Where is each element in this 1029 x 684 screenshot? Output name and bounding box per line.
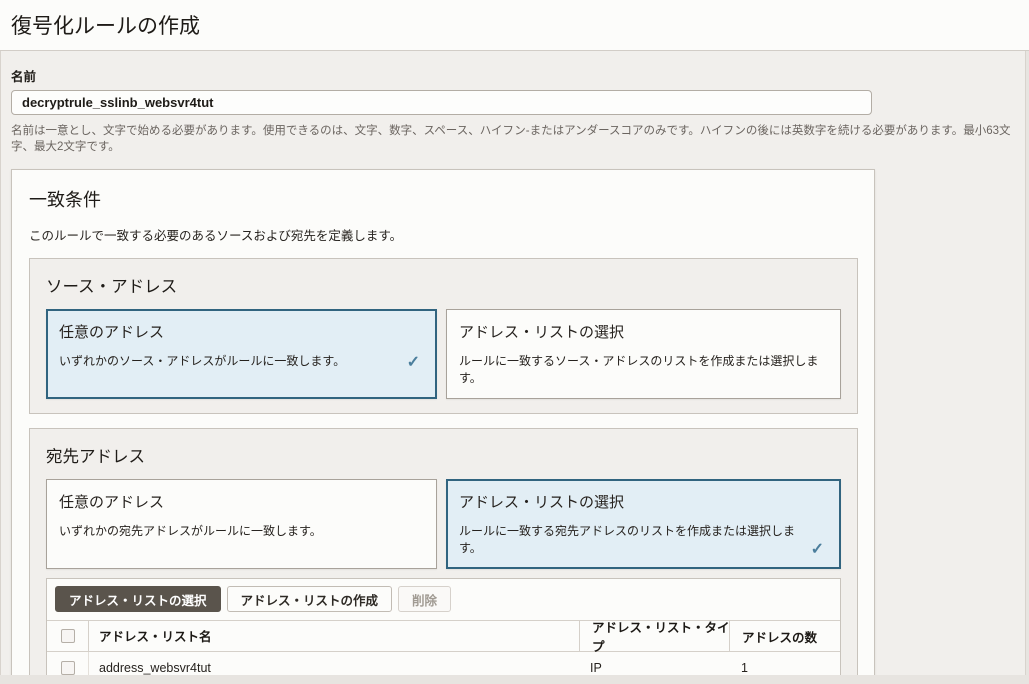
page-title: 復号化ルールの作成 — [11, 10, 1029, 40]
select-all-checkbox[interactable] — [61, 629, 75, 643]
destination-select-address-list-card[interactable]: アドレス・リストの選択 ルールに一致する宛先アドレスのリストを作成または選択しま… — [446, 479, 841, 569]
source-any-address-card[interactable]: 任意のアドレス いずれかのソース・アドレスがルールに一致します。 ✓ — [46, 309, 437, 399]
row-checkbox[interactable] — [61, 661, 75, 675]
destination-address-title: 宛先アドレス — [46, 443, 857, 467]
table-header-row: アドレス・リスト名 アドレス・リスト・タイプ アドレスの数 — [47, 620, 840, 652]
match-criteria-title: 一致条件 — [29, 186, 874, 212]
name-input[interactable] — [11, 90, 872, 115]
create-address-list-button[interactable]: アドレス・リストの作成 — [227, 586, 393, 612]
create-decryption-rule-form: 名前 名前は一意とし、文字で始める必要があります。使用できるのは、文字、数字、ス… — [0, 51, 1026, 675]
column-header-name: アドレス・リスト名 — [99, 630, 212, 644]
source-address-options: 任意のアドレス いずれかのソース・アドレスがルールに一致します。 ✓ アドレス・… — [46, 309, 841, 399]
check-icon: ✓ — [811, 544, 828, 556]
name-field-label: 名前 — [11, 66, 1025, 85]
page-header: 復号化ルールの作成 — [0, 0, 1029, 51]
column-header-count: アドレスの数 — [742, 627, 817, 646]
name-helper-text: 名前は一意とし、文字で始める必要があります。使用できるのは、文字、数字、スペース… — [11, 122, 1025, 154]
select-address-list-button[interactable]: アドレス・リストの選択 — [55, 586, 221, 612]
match-criteria-panel: 一致条件 このルールで一致する必要のあるソースおよび宛先を定義します。 ソース・… — [11, 169, 875, 675]
delete-button[interactable]: 削除 — [398, 586, 451, 612]
destination-address-section: 宛先アドレス 任意のアドレス いずれかの宛先アドレスがルールに一致します。 アド… — [29, 428, 858, 675]
address-list-name: address_websvr4tut — [99, 661, 211, 675]
destination-any-address-card[interactable]: 任意のアドレス いずれかの宛先アドレスがルールに一致します。 — [46, 479, 437, 569]
column-header-type: アドレス・リスト・タイプ — [592, 617, 730, 655]
check-icon: ✓ — [407, 357, 424, 369]
address-list-toolbar: アドレス・リストの選択 アドレス・リストの作成 削除 — [47, 579, 840, 620]
address-list-table-box: アドレス・リストの選択 アドレス・リストの作成 削除 アドレス・リスト名 アドレ… — [46, 578, 841, 675]
source-select-address-list-card[interactable]: アドレス・リストの選択 ルールに一致するソース・アドレスのリストを作成または選択… — [446, 309, 841, 399]
address-count: 1 — [741, 661, 748, 675]
address-list-type: IP — [590, 661, 602, 675]
table-row[interactable]: address_websvr4tut IP 1 — [47, 652, 840, 675]
source-address-section: ソース・アドレス 任意のアドレス いずれかのソース・アドレスがルールに一致します… — [29, 258, 858, 414]
source-address-title: ソース・アドレス — [46, 273, 857, 297]
destination-address-options: 任意のアドレス いずれかの宛先アドレスがルールに一致します。 アドレス・リストの… — [46, 479, 841, 569]
match-criteria-description: このルールで一致する必要のあるソースおよび宛先を定義します。 — [29, 225, 874, 244]
